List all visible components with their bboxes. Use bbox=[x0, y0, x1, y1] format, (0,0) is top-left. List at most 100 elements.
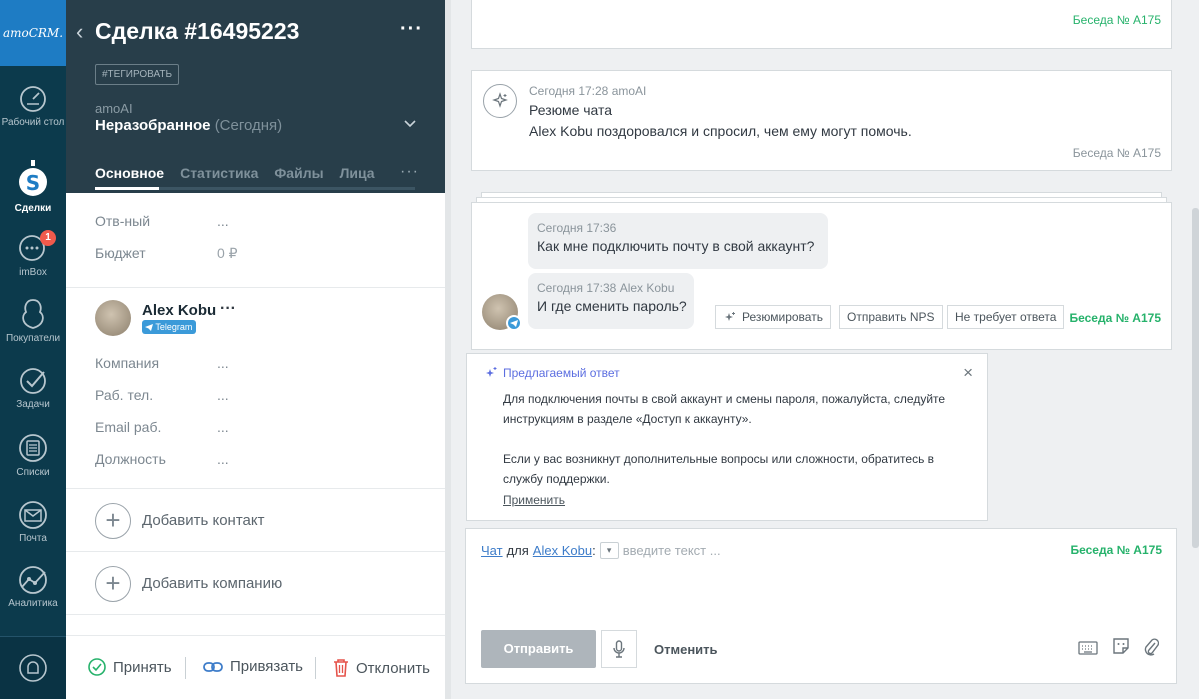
nav-item-analytics[interactable]: Аналитика bbox=[0, 565, 66, 609]
message-composer: Чат для Alex Kobu : ▾ введите текст ... … bbox=[465, 528, 1177, 684]
nav-label: Покупатели bbox=[5, 333, 61, 344]
field-row[interactable]: Раб. тел. ... bbox=[95, 379, 425, 411]
tab-main[interactable]: Основное bbox=[95, 165, 164, 181]
nav-label: Рабочий стол bbox=[1, 117, 65, 128]
lead-card: ‹ Сделка #16495223 ··· #ТЕГИРОВАТЬ amoAI… bbox=[66, 0, 445, 699]
field-row[interactable]: Email раб. ... bbox=[95, 411, 425, 443]
tasks-icon bbox=[20, 368, 46, 394]
svg-text:S: S bbox=[26, 171, 40, 195]
sticker-icon[interactable] bbox=[1112, 637, 1130, 658]
summarize-label: Резюмировать bbox=[742, 310, 823, 324]
field-value[interactable]: ... bbox=[217, 387, 229, 403]
no-reply-button[interactable]: Не требует ответа bbox=[947, 305, 1065, 329]
tab-files[interactable]: Файлы bbox=[274, 165, 323, 181]
trash-icon bbox=[334, 659, 348, 677]
apply-suggestion-link[interactable]: Применить bbox=[503, 493, 565, 507]
tab-progress-fill bbox=[95, 187, 159, 190]
close-icon[interactable]: × bbox=[963, 363, 973, 383]
suggested-reply-title: Предлагаемый ответ bbox=[503, 366, 620, 380]
decline-button[interactable]: Отклонить bbox=[333, 658, 430, 678]
field-row[interactable]: Компания ... bbox=[95, 347, 425, 379]
keyboard-icon[interactable] bbox=[1078, 641, 1098, 658]
suggested-reply-header: Предлагаемый ответ bbox=[484, 366, 620, 380]
more-menu-icon[interactable]: ··· bbox=[400, 18, 423, 41]
accept-label: Принять bbox=[113, 658, 172, 676]
summary-note: Сегодня 17:28 amoAI Резюме чата Alex Kob… bbox=[471, 70, 1172, 171]
field-label: Бюджет bbox=[95, 245, 146, 261]
stage-name: Неразобранное bbox=[95, 117, 211, 134]
tabs-more-icon[interactable]: ··· bbox=[400, 163, 419, 181]
stage-selector[interactable]: Неразобранное (Сегодня) bbox=[95, 117, 282, 134]
conversation-link[interactable]: Беседа № A175 bbox=[1069, 311, 1161, 325]
telegram-badge: Telegram bbox=[142, 320, 197, 334]
nav-label: Списки bbox=[16, 467, 50, 478]
field-value[interactable]: ... bbox=[217, 419, 229, 435]
avatar[interactable] bbox=[95, 300, 131, 336]
nav-label: Сделки bbox=[14, 203, 52, 214]
colon: : bbox=[592, 543, 596, 558]
add-company-label: Добавить компанию bbox=[142, 575, 283, 592]
nav-item-mail[interactable]: Почта bbox=[0, 500, 66, 544]
conversation-link[interactable]: Беседа № A175 bbox=[1070, 543, 1162, 557]
microphone-button[interactable] bbox=[601, 630, 637, 668]
main-navigation: amoCRM. Рабочий стол S Сделки 1 imBox По… bbox=[0, 0, 66, 699]
send-button[interactable]: Отправить bbox=[481, 630, 596, 668]
scrollbar[interactable] bbox=[1192, 208, 1199, 548]
nav-item-dashboard[interactable]: Рабочий стол bbox=[0, 84, 66, 128]
summarize-button[interactable]: Резюмировать bbox=[715, 305, 831, 329]
field-row[interactable]: Бюджет 0 ₽ bbox=[95, 237, 425, 269]
notifications[interactable] bbox=[0, 636, 66, 699]
send-nps-button[interactable]: Отправить NPS bbox=[839, 305, 943, 329]
message-bubble[interactable]: Сегодня 17:38 Alex Kobu И где сменить па… bbox=[528, 273, 694, 329]
field-label: Должность bbox=[95, 451, 166, 467]
logo[interactable]: amoCRM. bbox=[0, 0, 66, 66]
lead-footer: Принять Привязать Отклонить bbox=[66, 635, 445, 699]
back-arrow-icon[interactable]: ‹ bbox=[76, 19, 83, 45]
divider bbox=[66, 551, 445, 552]
message-bubble[interactable]: Сегодня 17:36 Как мне подключить почту в… bbox=[528, 213, 828, 269]
accept-button[interactable]: Принять bbox=[88, 658, 172, 676]
channel-selector[interactable]: Чат bbox=[481, 543, 503, 558]
for-label: для bbox=[506, 543, 529, 558]
plus-icon: + bbox=[95, 503, 131, 539]
field-row[interactable]: Отв-ный ... bbox=[95, 205, 425, 237]
contact-more-icon[interactable]: ··· bbox=[220, 300, 236, 318]
suggested-reply-text[interactable]: Для подключения почты в свой аккаунт и с… bbox=[503, 389, 963, 489]
chevron-down-icon[interactable] bbox=[404, 120, 416, 128]
recipient-selector[interactable]: Alex Kobu bbox=[533, 543, 592, 558]
field-label: Компания bbox=[95, 355, 160, 371]
tab-statistics[interactable]: Статистика bbox=[180, 165, 258, 181]
tab-progress-bar bbox=[95, 187, 415, 190]
link-label: Привязать bbox=[230, 658, 304, 675]
note-title: Резюме чата bbox=[529, 102, 613, 118]
composer-recipient-line: Чат для Alex Kobu : ▾ введите текст ... bbox=[481, 542, 721, 559]
budget-value[interactable]: 0 ₽ bbox=[217, 245, 238, 262]
cancel-button[interactable]: Отменить bbox=[654, 642, 718, 657]
field-value[interactable]: ... bbox=[217, 355, 229, 371]
nav-item-deals[interactable]: S Сделки bbox=[0, 160, 66, 214]
ai-sparkle-icon bbox=[483, 84, 517, 118]
nav-item-customers[interactable]: Покупатели bbox=[0, 298, 66, 344]
pipeline-name: amoAI bbox=[95, 101, 133, 116]
chat-feed: Беседа № A175 Сегодня 17:28 amoAI Резюме… bbox=[451, 0, 1199, 699]
nav-item-lists[interactable]: Списки bbox=[0, 432, 66, 478]
divider bbox=[66, 614, 445, 615]
field-label: Раб. тел. bbox=[95, 387, 154, 403]
nav-item-imbox[interactable]: 1 imBox bbox=[0, 230, 66, 278]
link-button[interactable]: Привязать bbox=[203, 658, 303, 675]
message-input[interactable]: введите текст ... bbox=[623, 543, 721, 558]
decline-label: Отклонить bbox=[356, 659, 430, 677]
field-row[interactable]: Должность ... bbox=[95, 443, 425, 475]
chevron-down-icon[interactable]: ▾ bbox=[599, 542, 619, 559]
conversation-link[interactable]: Беседа № A175 bbox=[1073, 13, 1161, 27]
tab-persons[interactable]: Лица bbox=[340, 165, 375, 181]
nav-item-tasks[interactable]: Задачи bbox=[0, 366, 66, 410]
nav-label: Почта bbox=[19, 533, 47, 544]
contact-name[interactable]: Alex Kobu bbox=[142, 302, 216, 319]
conversation-link[interactable]: Беседа № A175 bbox=[1073, 146, 1161, 160]
paperclip-icon[interactable] bbox=[1143, 637, 1160, 660]
tag-button[interactable]: #ТЕГИРОВАТЬ bbox=[95, 64, 180, 85]
field-value[interactable]: ... bbox=[217, 451, 229, 467]
stage-date: (Сегодня) bbox=[214, 117, 283, 134]
field-value[interactable]: ... bbox=[217, 213, 229, 229]
